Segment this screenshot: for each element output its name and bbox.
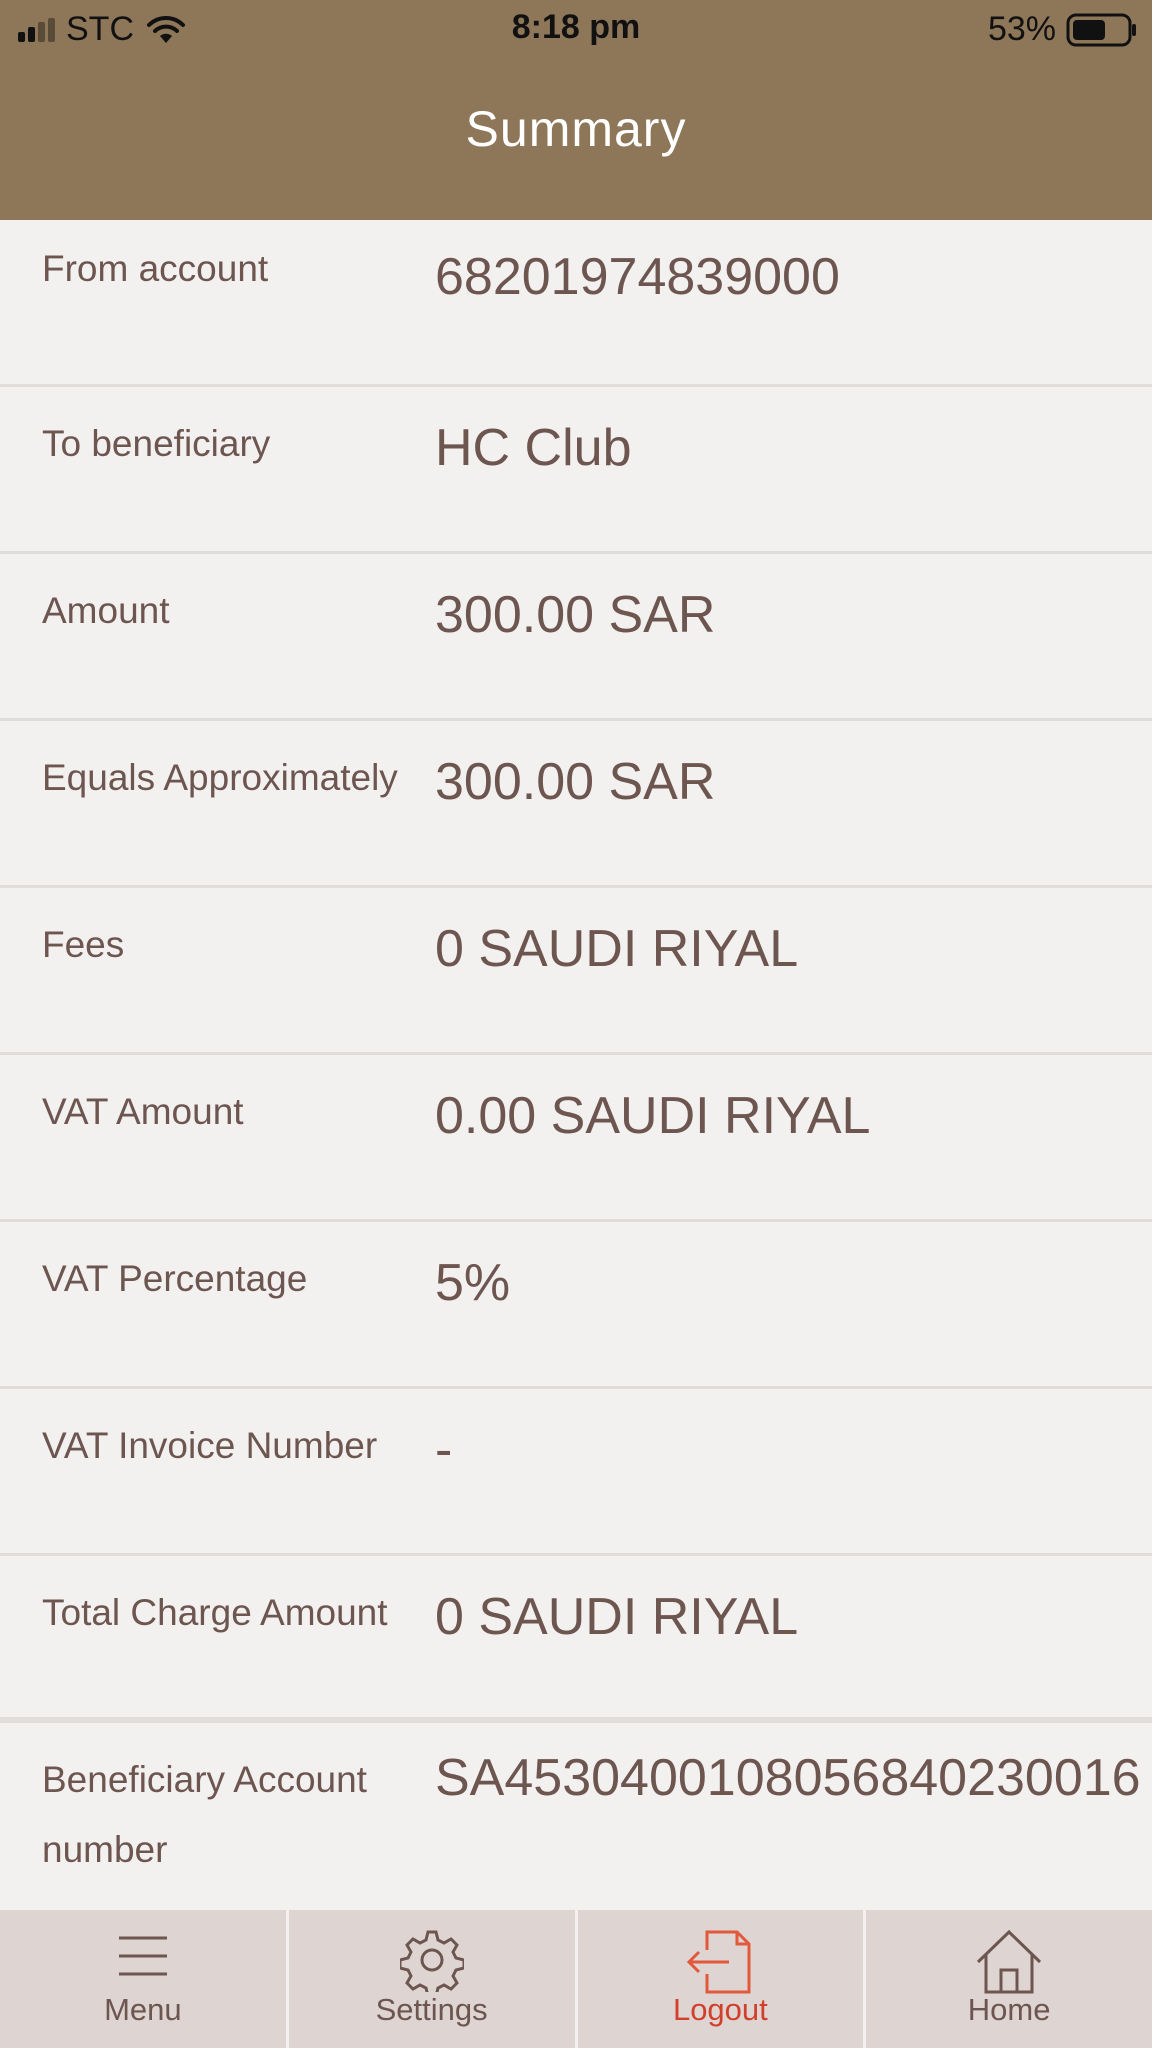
hamburger-menu-icon [118, 1936, 167, 1976]
row-value: 0.00 SAUDI RIYAL [435, 1087, 871, 1145]
row-label: VAT Percentage [42, 1258, 308, 1299]
row-label: To beneficiary [42, 423, 271, 464]
row-value: 5% [435, 1254, 511, 1312]
tab-logout[interactable]: Logout [578, 1910, 867, 2048]
row-value: 68201974839000 [435, 248, 840, 306]
summary-row-fees: Fees 0 SAUDI RIYAL [0, 888, 1152, 1055]
tab-label: Settings [375, 1992, 488, 2027]
row-value: 0 SAUDI RIYAL [435, 920, 799, 978]
summary-row-to-beneficiary: To beneficiary HC Club [0, 387, 1152, 554]
page-title: Summary [465, 101, 687, 157]
summary-row-total-charge-amount: Total Charge Amount 0 SAUDI RIYAL [0, 1556, 1152, 1723]
summary-row-vat-invoice-number: VAT Invoice Number - [0, 1389, 1152, 1556]
row-label: VAT Invoice Number [42, 1425, 378, 1466]
gear-icon [399, 1930, 464, 1992]
row-label: Amount [42, 590, 170, 631]
bottom-tab-bar: Menu Settings Logout Home [0, 1910, 1152, 2048]
row-value: SA4530400108056840230016 [435, 1749, 1141, 1807]
tab-label: Menu [104, 1992, 182, 2027]
summary-row-amount: Amount 300.00 SAR [0, 554, 1152, 721]
app-header: STC 8:18 pm 53% Summary [0, 0, 1152, 220]
tab-menu[interactable]: Menu [0, 1910, 289, 2048]
summary-row-vat-amount: VAT Amount 0.00 SAUDI RIYAL [0, 1055, 1152, 1222]
row-value: 0 SAUDI RIYAL [435, 1588, 799, 1646]
tab-home[interactable]: Home [866, 1910, 1152, 2048]
battery-percentage: 53% [987, 10, 1056, 48]
row-value: - [435, 1421, 453, 1479]
summary-row-from-account: From account 68201974839000 [0, 220, 1152, 387]
row-label: Total Charge Amount [42, 1592, 388, 1633]
tab-label: Home [967, 1992, 1051, 2027]
row-label: VAT Amount [42, 1091, 244, 1132]
status-right: 53% [988, 10, 1138, 49]
tab-label: Logout [672, 1992, 768, 2027]
row-label: Beneficiary Account number [42, 1759, 367, 1870]
row-label: Fees [42, 924, 125, 965]
row-value: HC Club [435, 419, 632, 477]
home-icon [977, 1929, 1042, 1994]
summary-row-vat-percentage: VAT Percentage 5% [0, 1222, 1152, 1389]
status-time: 8:18 pm [511, 8, 641, 46]
row-value: 300.00 SAR [435, 586, 716, 644]
tab-settings[interactable]: Settings [289, 1910, 578, 2048]
summary-row-equals-approximately: Equals Approximately 300.00 SAR [0, 721, 1152, 888]
battery-icon [1066, 13, 1136, 46]
row-label: From account [42, 248, 269, 289]
status-bar: STC 8:18 pm 53% [0, 0, 1152, 60]
row-value: 300.00 SAR [435, 753, 716, 811]
logout-icon [687, 1930, 751, 1994]
summary-list: From account 68201974839000 To beneficia… [0, 220, 1152, 1953]
row-label: Equals Approximately [42, 757, 398, 798]
